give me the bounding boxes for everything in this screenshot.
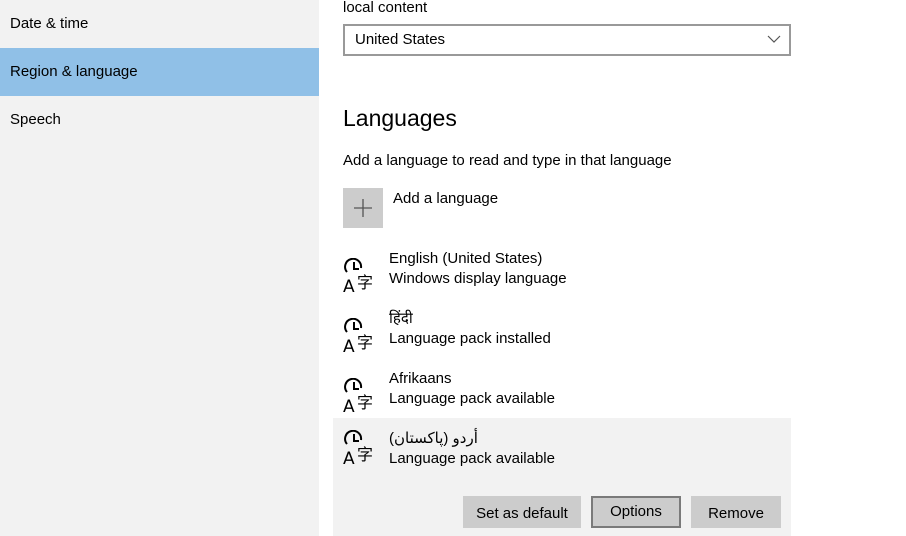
language-icon: A 字 (343, 378, 373, 414)
language-item-urdu[interactable]: A 字 أردو (پاکستان) Language pack availab… (333, 418, 791, 536)
country-region-label: local content (343, 0, 428, 16)
language-status: Language pack available (389, 390, 555, 407)
language-status: Language pack installed (389, 330, 551, 347)
sidebar-item-label: Speech (10, 111, 61, 128)
language-status: Language pack available (389, 450, 555, 467)
svg-text:A: A (343, 277, 355, 294)
svg-text:A: A (343, 397, 355, 414)
add-language-button[interactable] (343, 188, 383, 228)
language-name: Afrikaans (389, 370, 452, 387)
country-region-dropdown[interactable]: United States (343, 24, 791, 56)
sidebar-item-label: Date & time (10, 15, 89, 32)
languages-description: Add a language to read and type in that … (343, 152, 672, 169)
sidebar: Date & time Region & language Speech (0, 0, 319, 536)
options-button[interactable]: Options (591, 496, 681, 528)
language-name: हिंदी (389, 310, 413, 327)
language-name: أردو (پاکستان) (389, 430, 478, 447)
language-status: Windows display language (389, 270, 567, 287)
sidebar-item-region-language[interactable]: Region & language (0, 48, 319, 96)
language-icon: A 字 (343, 430, 373, 466)
svg-text:字: 字 (357, 273, 373, 292)
add-language-label[interactable]: Add a language (393, 189, 498, 209)
sidebar-item-date-time[interactable]: Date & time (0, 0, 319, 48)
remove-button[interactable]: Remove (691, 496, 781, 528)
sidebar-item-speech[interactable]: Speech (0, 96, 319, 144)
language-name: English (United States) (389, 250, 543, 267)
language-item-english[interactable]: A 字 English (United States) Windows disp… (333, 249, 791, 309)
language-icon: A 字 (343, 318, 373, 354)
svg-text:字: 字 (357, 333, 373, 352)
chevron-down-icon (767, 35, 781, 43)
svg-text:字: 字 (357, 445, 373, 464)
main-content: local content United States Languages Ad… (319, 0, 906, 536)
sidebar-item-label: Region & language (10, 63, 138, 80)
svg-text:A: A (343, 337, 355, 354)
plus-icon (354, 199, 372, 217)
set-as-default-button[interactable]: Set as default (463, 496, 581, 528)
svg-text:字: 字 (357, 393, 373, 412)
language-item-hindi[interactable]: A 字 हिंदी Language pack installed (333, 309, 791, 369)
languages-heading: Languages (343, 105, 457, 131)
svg-text:A: A (343, 449, 355, 466)
country-region-value: United States (355, 31, 446, 48)
language-icon: A 字 (343, 258, 373, 294)
